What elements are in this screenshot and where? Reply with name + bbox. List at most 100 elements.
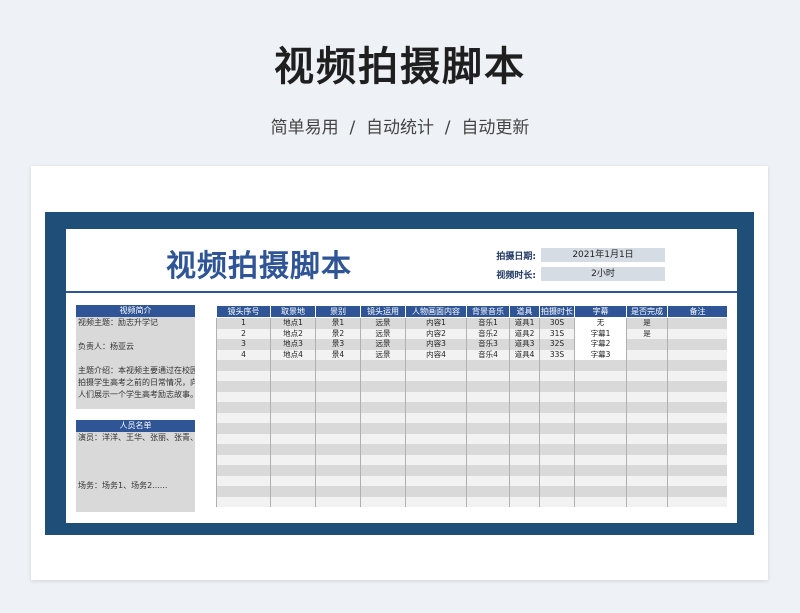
- table-cell[interactable]: [626, 339, 668, 350]
- table-cell[interactable]: [270, 381, 316, 392]
- table-cell[interactable]: [315, 402, 361, 413]
- table-cell[interactable]: [405, 412, 467, 423]
- table-cell[interactable]: 道具4: [509, 349, 540, 360]
- table-cell[interactable]: [626, 454, 668, 465]
- table-cell[interactable]: [667, 370, 727, 381]
- table-cell[interactable]: 内容4: [405, 349, 467, 360]
- column-header[interactable]: 备注: [667, 305, 727, 318]
- table-cell[interactable]: [509, 360, 540, 371]
- table-cell[interactable]: [216, 381, 271, 392]
- table-cell[interactable]: [360, 433, 406, 444]
- table-cell[interactable]: [270, 360, 316, 371]
- table-cell[interactable]: [509, 370, 540, 381]
- table-cell[interactable]: [539, 412, 575, 423]
- table-cell[interactable]: [574, 496, 627, 507]
- table-cell[interactable]: [574, 433, 627, 444]
- table-cell[interactable]: [509, 496, 540, 507]
- table-cell[interactable]: [315, 475, 361, 486]
- table-cell[interactable]: [466, 454, 510, 465]
- table-cell[interactable]: [539, 360, 575, 371]
- table-cell[interactable]: [466, 465, 510, 476]
- table-cell[interactable]: [216, 454, 271, 465]
- table-cell[interactable]: [315, 381, 361, 392]
- table-cell[interactable]: [360, 475, 406, 486]
- table-cell[interactable]: [270, 465, 316, 476]
- table-cell[interactable]: [667, 465, 727, 476]
- table-cell[interactable]: [315, 433, 361, 444]
- table-cell[interactable]: [405, 444, 467, 455]
- table-cell[interactable]: [539, 475, 575, 486]
- column-header[interactable]: 拍摄时长: [539, 305, 575, 318]
- column-header[interactable]: 是否完成: [626, 305, 668, 318]
- table-cell[interactable]: [667, 339, 727, 350]
- table-cell[interactable]: [626, 496, 668, 507]
- table-cell[interactable]: [315, 444, 361, 455]
- table-cell[interactable]: 2: [216, 328, 271, 339]
- table-cell[interactable]: [216, 444, 271, 455]
- table-cell[interactable]: 景2: [315, 328, 361, 339]
- table-cell[interactable]: [405, 496, 467, 507]
- table-cell[interactable]: [466, 486, 510, 497]
- table-cell[interactable]: [539, 391, 575, 402]
- column-header[interactable]: 字幕: [574, 305, 627, 318]
- table-cell[interactable]: [405, 475, 467, 486]
- table-cell[interactable]: [405, 465, 467, 476]
- table-cell[interactable]: [466, 370, 510, 381]
- table-cell[interactable]: [509, 486, 540, 497]
- table-cell[interactable]: [216, 360, 271, 371]
- table-cell[interactable]: [270, 454, 316, 465]
- table-cell[interactable]: [539, 370, 575, 381]
- table-cell[interactable]: [315, 496, 361, 507]
- table-cell[interactable]: [509, 433, 540, 444]
- table-cell[interactable]: [667, 402, 727, 413]
- table-cell[interactable]: [405, 391, 467, 402]
- table-cell[interactable]: 远景: [360, 339, 406, 350]
- table-cell[interactable]: [216, 496, 271, 507]
- duration-value[interactable]: 2小时: [541, 267, 665, 281]
- table-cell[interactable]: [667, 328, 727, 339]
- table-cell[interactable]: 30S: [539, 317, 575, 329]
- table-cell[interactable]: [509, 391, 540, 402]
- table-cell[interactable]: [626, 370, 668, 381]
- table-cell[interactable]: [626, 402, 668, 413]
- table-cell[interactable]: [539, 465, 575, 476]
- column-header[interactable]: 道具: [509, 305, 540, 318]
- table-cell[interactable]: 33S: [539, 349, 575, 360]
- table-cell[interactable]: [539, 486, 575, 497]
- table-cell[interactable]: [574, 360, 627, 371]
- table-cell[interactable]: [466, 444, 510, 455]
- table-cell[interactable]: [466, 412, 510, 423]
- table-cell[interactable]: [509, 465, 540, 476]
- table-cell[interactable]: [360, 423, 406, 434]
- table-cell[interactable]: 地点4: [270, 349, 316, 360]
- table-cell[interactable]: [360, 412, 406, 423]
- table-cell[interactable]: 是: [626, 317, 668, 329]
- table-cell[interactable]: [509, 412, 540, 423]
- table-cell[interactable]: [270, 496, 316, 507]
- table-cell[interactable]: [405, 486, 467, 497]
- table-cell[interactable]: 道具2: [509, 328, 540, 339]
- table-cell[interactable]: [626, 433, 668, 444]
- table-cell[interactable]: [360, 496, 406, 507]
- table-cell[interactable]: [216, 370, 271, 381]
- table-cell[interactable]: [216, 465, 271, 476]
- table-cell[interactable]: 1: [216, 317, 271, 329]
- table-cell[interactable]: 32S: [539, 339, 575, 350]
- table-cell[interactable]: [539, 433, 575, 444]
- table-cell[interactable]: [405, 423, 467, 434]
- table-cell[interactable]: [539, 454, 575, 465]
- table-cell[interactable]: [667, 454, 727, 465]
- table-cell[interactable]: [574, 454, 627, 465]
- table-cell[interactable]: [509, 381, 540, 392]
- table-cell[interactable]: [360, 370, 406, 381]
- table-cell[interactable]: [216, 423, 271, 434]
- table-cell[interactable]: [466, 423, 510, 434]
- table-cell[interactable]: [360, 381, 406, 392]
- table-cell[interactable]: [466, 402, 510, 413]
- table-cell[interactable]: [509, 444, 540, 455]
- table-cell[interactable]: [270, 444, 316, 455]
- table-cell[interactable]: [360, 454, 406, 465]
- table-cell[interactable]: [466, 496, 510, 507]
- table-cell[interactable]: [216, 412, 271, 423]
- table-cell[interactable]: [667, 317, 727, 329]
